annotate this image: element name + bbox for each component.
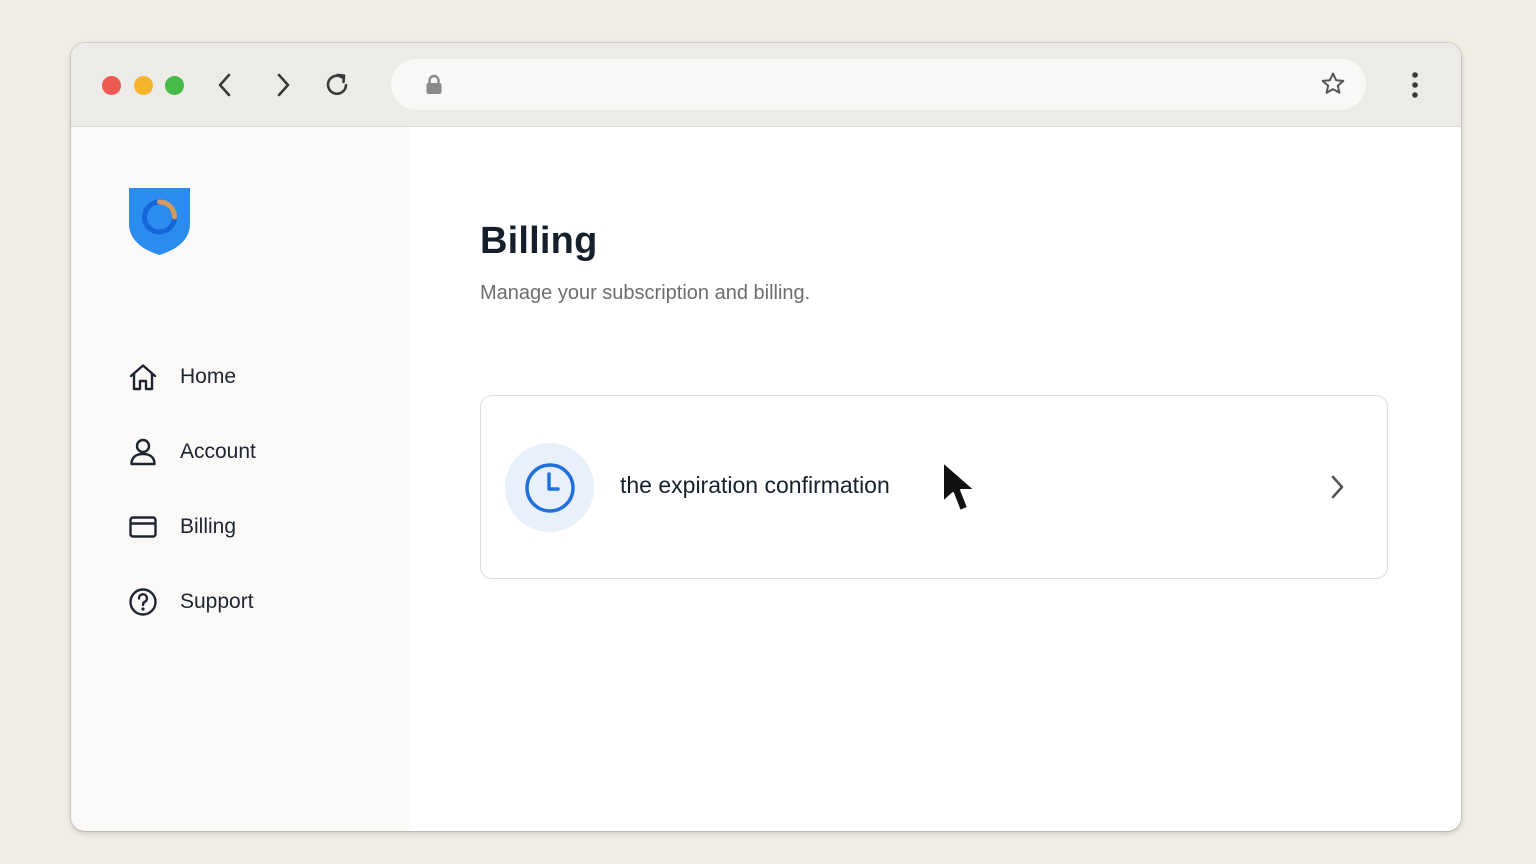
forward-button[interactable]: [267, 69, 299, 101]
chevron-right-icon: [1331, 475, 1344, 499]
shield-logo-icon[interactable]: [128, 186, 191, 256]
expiration-confirmation-card[interactable]: the expiration confirmation: [480, 395, 1388, 579]
sidebar-item-label: Account: [180, 440, 256, 463]
chevron-right-icon: [277, 73, 290, 97]
browser-menu-button[interactable]: [1400, 69, 1430, 101]
page-subtitle: Manage your subscription and billing.: [480, 282, 811, 304]
main-content: Billing Manage your subscription and bil…: [409, 127, 1461, 831]
star-icon[interactable]: [1320, 71, 1346, 97]
sidebar-item-home[interactable]: Home: [127, 357, 377, 397]
user-icon: [127, 436, 159, 468]
sidebar-item-billing[interactable]: Billing: [127, 507, 377, 547]
help-circle-icon: [127, 586, 159, 618]
sidebar-item-label: Home: [180, 365, 237, 388]
maximize-window-button[interactable]: [165, 76, 184, 95]
more-vertical-icon: [1412, 72, 1418, 98]
close-window-button[interactable]: [102, 76, 121, 95]
chevron-left-icon: [218, 73, 231, 97]
address-bar[interactable]: [391, 59, 1366, 110]
clock-icon: [524, 462, 575, 513]
credit-card-icon: [127, 511, 159, 543]
sidebar-item-account[interactable]: Account: [127, 432, 377, 472]
url-input[interactable]: [457, 69, 1301, 101]
browser-toolbar: [71, 43, 1461, 127]
card-label: the expiration confirmation: [620, 472, 890, 498]
reload-button[interactable]: [321, 69, 353, 101]
back-button[interactable]: [209, 69, 241, 101]
page-title: Billing: [480, 220, 598, 262]
minimize-window-button[interactable]: [134, 76, 153, 95]
sidebar: Home Account Billing Support: [71, 127, 409, 831]
reload-icon: [326, 73, 348, 96]
browser-window: Home Account Billing Support Billing Man…: [71, 43, 1461, 831]
lock-icon: [426, 74, 442, 94]
sidebar-item-label: Support: [180, 590, 254, 613]
sidebar-item-support[interactable]: Support: [127, 582, 377, 622]
sidebar-item-label: Billing: [180, 515, 237, 538]
home-icon: [127, 361, 159, 393]
clock-icon-badge: [505, 443, 594, 532]
